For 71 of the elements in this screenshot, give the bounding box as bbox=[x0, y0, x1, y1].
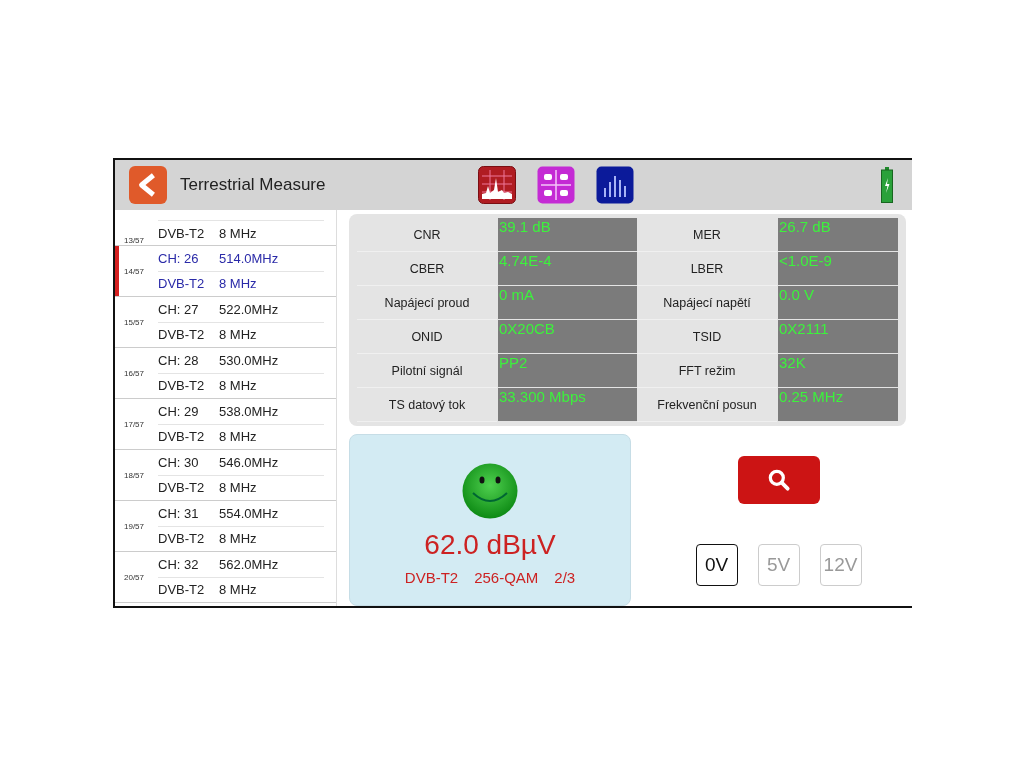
channel-frequency: 514.0MHz bbox=[219, 251, 279, 266]
channel-bandwidth: 8 MHz bbox=[219, 276, 257, 291]
channel-system: DVB-T2 bbox=[158, 327, 206, 342]
measurement-value: PP2 bbox=[497, 354, 637, 388]
screen-title: Terrestrial Measure bbox=[180, 175, 327, 195]
signal-modulation: 256-QAM bbox=[474, 569, 539, 586]
channel-number: CH: 32 bbox=[158, 557, 200, 572]
channel-bandwidth: 8 MHz bbox=[219, 480, 257, 495]
channel-bandwidth: 8 MHz bbox=[219, 378, 257, 393]
measurement-value: 0X20CB bbox=[497, 320, 637, 354]
measurement-value: 39.1 dB bbox=[497, 218, 637, 252]
channel-index: 18/57 bbox=[123, 470, 146, 480]
signal-code-rate: 2/3 bbox=[554, 569, 576, 586]
channel-item[interactable]: 19/57 CH: 31 554.0MHz DVB-T2 8 MHz bbox=[115, 501, 336, 552]
channel-bandwidth: 8 MHz bbox=[219, 225, 257, 241]
channel-system: DVB-T2 bbox=[158, 276, 206, 291]
channel-system: DVB-T2 bbox=[158, 378, 206, 393]
channel-number: CH: 31 bbox=[158, 506, 200, 521]
channel-system: DVB-T2 bbox=[158, 480, 206, 495]
channel-system: DVB-T2 bbox=[158, 429, 206, 444]
voltage-button[interactable]: 0V bbox=[695, 544, 738, 586]
channel-frequency: 562.0MHz bbox=[219, 557, 279, 572]
channel-item[interactable]: 13/57 DVB-T2 8 MHz bbox=[115, 210, 336, 246]
channel-item[interactable]: 16/57 CH: 28 530.0MHz DVB-T2 8 MHz bbox=[115, 348, 336, 399]
measurement-value: <1.0E-9 bbox=[777, 252, 898, 286]
channel-system: DVB-T2 bbox=[158, 582, 206, 597]
smiley-face-icon bbox=[462, 463, 518, 519]
measurement-value: 0 mA bbox=[497, 286, 637, 320]
bar-graph-icon[interactable] bbox=[596, 166, 634, 204]
channel-item[interactable]: 20/57 CH: 32 562.0MHz DVB-T2 8 MHz bbox=[115, 552, 336, 603]
channel-item[interactable]: 14/57 CH: 26 514.0MHz DVB-T2 8 MHz bbox=[115, 246, 336, 297]
channel-index: 19/57 bbox=[123, 521, 146, 531]
measurement-value: 4.74E-4 bbox=[497, 252, 637, 286]
channel-index: 17/57 bbox=[123, 419, 146, 429]
channel-bandwidth: 8 MHz bbox=[219, 429, 257, 444]
channel-index: 13/57 bbox=[123, 236, 146, 245]
channel-bandwidth: 8 MHz bbox=[219, 531, 257, 546]
channel-item[interactable]: 18/57 CH: 30 546.0MHz DVB-T2 8 MHz bbox=[115, 450, 336, 501]
channel-frequency: 554.0MHz bbox=[219, 506, 279, 521]
measurement-value: 32K bbox=[777, 354, 898, 388]
channel-index: 14/57 bbox=[123, 266, 146, 276]
back-button[interactable] bbox=[129, 166, 167, 204]
battery-icon bbox=[881, 167, 893, 203]
channel-number: CH: 26 bbox=[158, 251, 200, 266]
spectrum-icon[interactable] bbox=[478, 166, 516, 204]
channel-frequency: 530.0MHz bbox=[219, 353, 279, 368]
measurement-value: 0.0 V bbox=[777, 286, 898, 320]
channel-item[interactable]: 17/57 CH: 29 538.0MHz DVB-T2 8 MHz bbox=[115, 399, 336, 450]
signal-level: 62.0 dBµV bbox=[424, 529, 556, 561]
channel-frequency: 538.0MHz bbox=[219, 404, 279, 419]
channel-bandwidth: 8 MHz bbox=[219, 582, 257, 597]
signal-system: DVB-T2 bbox=[404, 569, 459, 586]
channel-index: 16/57 bbox=[123, 368, 146, 378]
constellation-icon[interactable] bbox=[537, 166, 575, 204]
measurement-value: 26.7 dB bbox=[777, 218, 898, 252]
channel-system: DVB-T2 bbox=[158, 531, 206, 546]
channel-index: 20/57 bbox=[123, 572, 146, 582]
channel-item[interactable]: 15/57 CH: 27 522.0MHz DVB-T2 8 MHz bbox=[115, 297, 336, 348]
channel-number: CH: 28 bbox=[158, 353, 200, 368]
channel-bandwidth: 8 MHz bbox=[219, 327, 257, 342]
channel-system: DVB-T2 bbox=[158, 225, 206, 241]
channel-index: 15/57 bbox=[123, 317, 146, 327]
channel-frequency: 522.0MHz bbox=[219, 302, 279, 317]
channel-frequency: 546.0MHz bbox=[219, 455, 279, 470]
measurement-value: 33.300 Mbps bbox=[497, 388, 637, 422]
channel-number: CH: 30 bbox=[158, 455, 200, 470]
channel-number: CH: 27 bbox=[158, 302, 200, 317]
measurement-value: 0X2111 bbox=[777, 320, 898, 354]
measurement-value: 0.25 MHz bbox=[777, 388, 898, 422]
channel-number: CH: 29 bbox=[158, 404, 200, 419]
search-button[interactable] bbox=[737, 456, 820, 504]
